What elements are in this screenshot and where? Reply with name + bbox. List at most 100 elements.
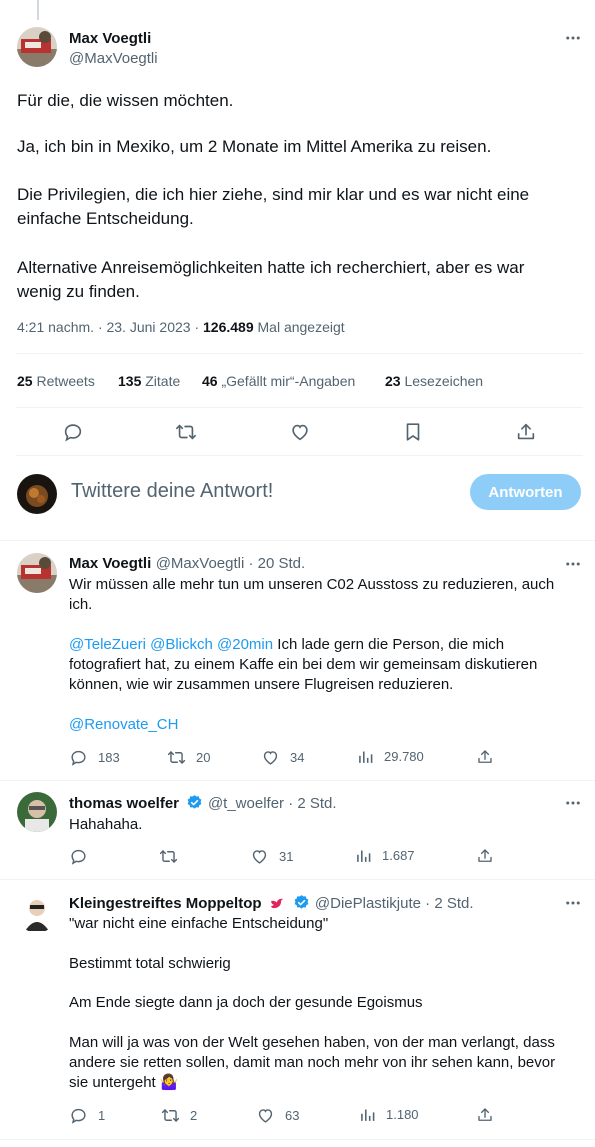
views-count: 126.489: [203, 319, 254, 335]
main-author-handle[interactable]: @MaxVoegtli: [69, 50, 158, 67]
mention-link[interactable]: @Renovate_CH: [69, 715, 178, 735]
reply-icon: [71, 849, 86, 865]
bookmarks-count: 23: [385, 373, 401, 389]
section-divider: [0, 879, 595, 880]
views-icon: [359, 751, 373, 763]
reply-action-views[interactable]: 1.687: [355, 847, 415, 864]
reply-author-handle[interactable]: @t_woelfer: [208, 795, 284, 812]
reply-icon: [71, 1108, 86, 1124]
avatar-image: [17, 553, 57, 593]
reply-action-views[interactable]: 29.780: [357, 748, 424, 765]
more-options-icon[interactable]: [563, 793, 583, 813]
likes-label: „Gefällt mir“-Angaben: [217, 373, 356, 389]
retweet-icon: [167, 751, 186, 764]
quotes-label: Zitate: [141, 373, 181, 389]
reply-author-handle[interactable]: @MaxVoegtli: [156, 555, 245, 572]
compose-reply-input[interactable]: Twittere deine Antwort!: [71, 480, 273, 503]
tweet-paragraph-3-line-2: einfache Entscheidung.: [17, 209, 194, 228]
reply-text-line: "war nicht eine einfache Entscheidung": [69, 915, 329, 932]
reply-author-name[interactable]: Max Voegtli: [69, 555, 151, 572]
verified-icon: [295, 895, 309, 909]
share-icon: [478, 849, 492, 862]
mention-link[interactable]: @20min: [217, 636, 273, 653]
views-icon: [361, 1109, 375, 1121]
reply-action-views[interactable]: 1.180: [359, 1106, 419, 1123]
main-author-avatar[interactable]: [17, 27, 57, 67]
reply-action-reply[interactable]: [69, 847, 98, 866]
reply-icon[interactable]: [62, 421, 84, 443]
tweet-timestamp-row: 4:21 nachm. · 23. Juni 2023 · 126.489 Ma…: [17, 319, 345, 335]
reply-text-line: Hahahaha.: [69, 816, 143, 833]
retweet-count: 20: [196, 750, 211, 765]
reply-count: 183: [98, 750, 120, 765]
reply-author-avatar[interactable]: [17, 792, 57, 832]
bookmark-icon[interactable]: [402, 421, 424, 443]
views-count: 29.780: [384, 749, 424, 764]
more-options-icon[interactable]: [563, 28, 583, 48]
reply-header: Max Voegtli @MaxVoegtli · 20 Std.: [69, 555, 305, 573]
reply-submit-button[interactable]: Antworten: [470, 474, 581, 510]
reply-author-name[interactable]: thomas woelfer: [69, 795, 179, 812]
reply-header: Kleingestreiftes Moppeltop @DiePlastikju…: [69, 894, 474, 913]
like-icon: [263, 751, 278, 765]
quotes-count: 135: [118, 373, 142, 389]
reply-header: thomas woelfer @t_woelfer · 2 Std.: [69, 794, 337, 813]
like-icon: [258, 1109, 273, 1123]
bird-emoji-icon: [271, 898, 284, 909]
reply-action-share[interactable]: [476, 1106, 494, 1124]
retweet-count: 2: [190, 1108, 198, 1123]
reply-author-handle[interactable]: @DiePlastikjute: [315, 895, 421, 912]
shrug-emoji: 🤷‍♀️: [159, 1074, 179, 1091]
more-options-icon[interactable]: [563, 893, 583, 913]
current-user-avatar[interactable]: [17, 474, 57, 514]
reply-text-line: fotografiert hat, zu einem Kaffe ein bei…: [69, 656, 538, 673]
reply-action-share[interactable]: [476, 847, 494, 865]
share-icon[interactable]: [515, 421, 537, 443]
reply-action-like[interactable]: 34: [261, 748, 304, 767]
reply-action-retweet[interactable]: 20: [167, 748, 210, 767]
divider: [16, 353, 583, 354]
reply-time[interactable]: · 2 Std.: [284, 795, 336, 812]
reply-mentions-line: @TeleZueri @Blickch @20min Ich lade gern…: [69, 635, 504, 655]
views-label: Mal angezeigt: [253, 319, 345, 335]
mention-link[interactable]: @Blickch: [150, 636, 213, 653]
bookmarks-stat[interactable]: 23 Lesezeichen: [385, 373, 483, 389]
tweet-paragraph-2: Ja, ich bin in Mexiko, um 2 Monate im Mi…: [17, 137, 492, 156]
reply-time[interactable]: · 20 Std.: [244, 555, 305, 572]
retweet-icon: [159, 850, 178, 863]
reply-action-like[interactable]: 63: [256, 1106, 299, 1125]
reply-count: 1: [98, 1108, 106, 1123]
more-options-icon[interactable]: [563, 554, 583, 574]
reply-text-inline: Ich lade gern die Person, die mich: [273, 636, 505, 653]
reply-action-reply[interactable]: 1: [69, 1106, 105, 1125]
verified-icon: [188, 795, 202, 809]
reply-text-line: Am Ende siegte dann ja doch der gesunde …: [69, 994, 423, 1011]
likes-count: 46: [202, 373, 218, 389]
reply-author-avatar[interactable]: [17, 893, 57, 933]
reply-action-retweet[interactable]: [159, 847, 188, 866]
reply-author-avatar[interactable]: [17, 553, 57, 593]
reply-action-like[interactable]: 31: [250, 847, 293, 866]
tweet-paragraph-4-line-1: Alternative Anreisemöglichkeiten hatte i…: [17, 258, 525, 277]
retweet-icon[interactable]: [175, 421, 197, 443]
divider: [16, 407, 583, 408]
tweet-timestamp[interactable]: 4:21 nachm. · 23. Juni 2023 ·: [17, 319, 203, 335]
tweet-paragraph-1: Für die, die wissen möchten.: [17, 91, 234, 110]
quotes-stat[interactable]: 135 Zitate: [118, 373, 180, 389]
like-icon[interactable]: [289, 421, 311, 443]
likes-stat[interactable]: 46 „Gefällt mir“-Angaben: [202, 373, 355, 389]
divider: [16, 455, 583, 456]
reply-action-share[interactable]: [476, 748, 494, 766]
reply-time[interactable]: · 2 Std.: [421, 895, 473, 912]
reply-author-name[interactable]: Kleingestreiftes Moppeltop: [69, 895, 262, 912]
retweet-icon: [161, 1109, 180, 1122]
reply-icon: [71, 750, 86, 766]
mention-link[interactable]: @TeleZueri: [69, 636, 146, 653]
retweets-stat[interactable]: 25 Retweets: [17, 373, 95, 389]
views-count: 1.687: [382, 848, 415, 863]
section-divider: [0, 1139, 595, 1140]
main-author-name[interactable]: Max Voegtli: [69, 30, 151, 47]
reply-action-retweet[interactable]: 2: [161, 1106, 197, 1125]
reply-action-reply[interactable]: 183: [69, 748, 120, 767]
reply-text-line: Bestimmt total schwierig: [69, 955, 231, 972]
